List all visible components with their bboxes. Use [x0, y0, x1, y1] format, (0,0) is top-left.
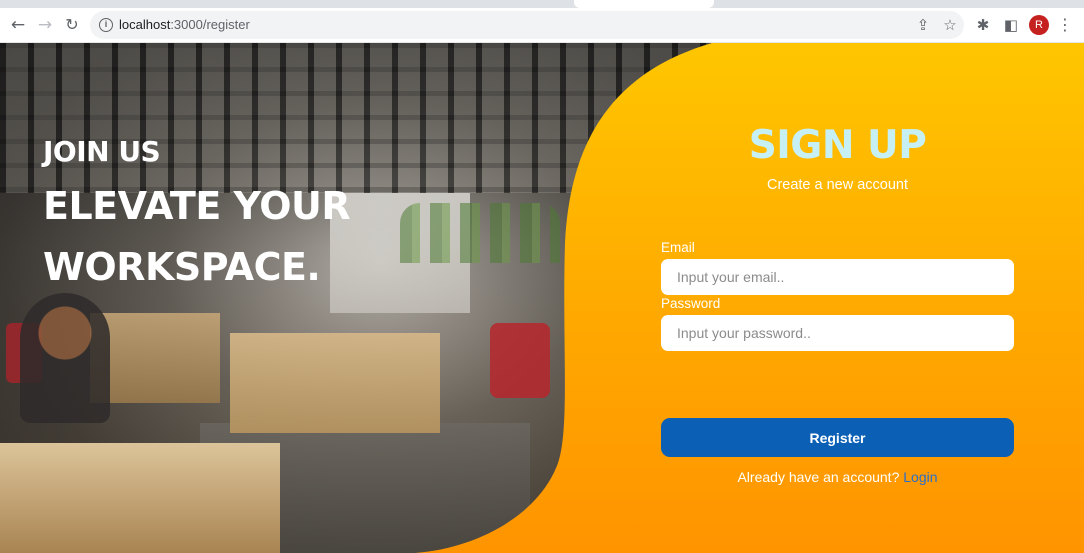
- signup-title: SIGN UP: [748, 123, 927, 168]
- reload-icon[interactable]: ↻: [59, 12, 85, 38]
- side-panel-icon[interactable]: ◧: [1002, 16, 1020, 34]
- login-prompt: Already have an account? Login: [591, 469, 1084, 485]
- avatar[interactable]: R: [1029, 15, 1049, 35]
- login-link[interactable]: Login: [903, 469, 937, 485]
- back-arrow-icon[interactable]: ←: [5, 12, 31, 38]
- url-path: :3000/register: [170, 17, 250, 32]
- password-label: Password: [661, 296, 721, 311]
- kebab-menu-icon[interactable]: ⋮: [1056, 16, 1074, 34]
- register-button[interactable]: Register: [661, 418, 1014, 457]
- address-bar[interactable]: i localhost:3000/register ⇪ ☆: [90, 11, 964, 39]
- browser-toolbar: ← → ↻ i localhost:3000/register ⇪ ☆ ✱ ◧ …: [0, 8, 1084, 43]
- info-icon[interactable]: i: [99, 18, 113, 32]
- forward-arrow-icon[interactable]: →: [32, 12, 58, 38]
- share-icon[interactable]: ⇪: [914, 16, 932, 34]
- url-text[interactable]: localhost:3000/register: [119, 17, 250, 32]
- signup-subtitle: Create a new account: [766, 177, 909, 193]
- star-icon[interactable]: ☆: [941, 16, 959, 34]
- password-field[interactable]: [661, 315, 1014, 351]
- login-prompt-text: Already have an account?: [737, 469, 900, 485]
- tab-strip: [0, 0, 1084, 8]
- active-tab[interactable]: [574, 0, 714, 8]
- puzzle-icon[interactable]: ✱: [974, 16, 992, 34]
- url-host: localhost: [119, 17, 171, 32]
- email-field[interactable]: [661, 259, 1014, 295]
- email-label: Email: [661, 240, 695, 255]
- register-page: JOIN US ELEVATE YOUR WORKSPACE. SIGN UP …: [0, 43, 1084, 553]
